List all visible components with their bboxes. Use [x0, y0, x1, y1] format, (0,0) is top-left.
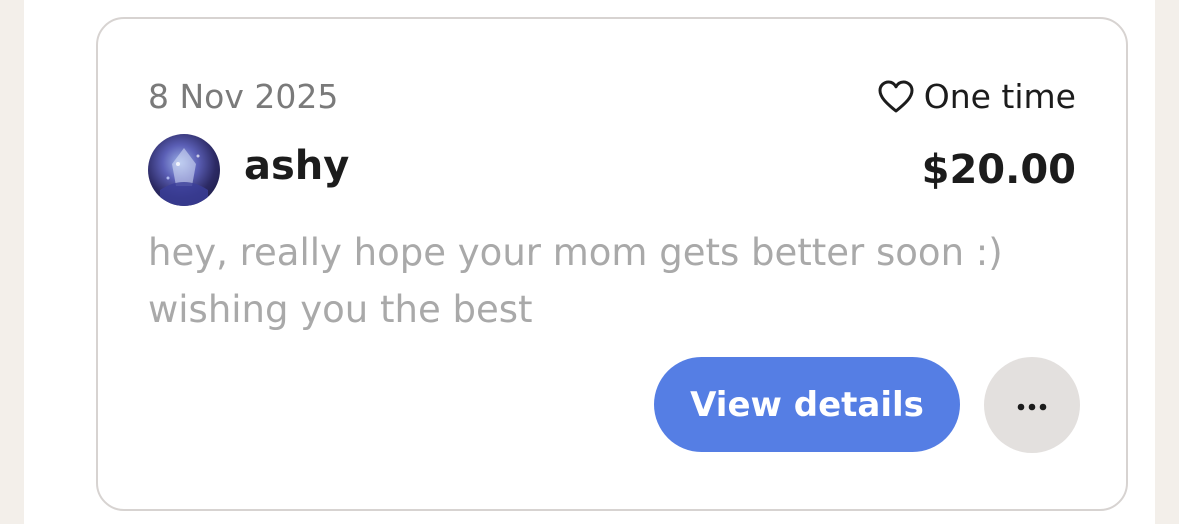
- donation-card: 8 Nov 2025 One time ashy $20.00 hey, rea…: [96, 17, 1128, 511]
- donor-name: ashy: [244, 143, 350, 189]
- view-details-button[interactable]: View details: [654, 357, 960, 452]
- more-options-button[interactable]: [984, 357, 1080, 453]
- donation-date: 8 Nov 2025: [148, 77, 339, 116]
- right-background-strip: [1155, 0, 1179, 524]
- ellipsis-icon: [1017, 396, 1047, 415]
- frequency-label: One time: [878, 77, 1076, 116]
- left-background-strip: [0, 0, 24, 524]
- frequency-text: One time: [923, 77, 1076, 116]
- donation-amount: $20.00: [921, 147, 1076, 193]
- content-column: 8 Nov 2025 One time ashy $20.00 hey, rea…: [24, 0, 1155, 524]
- donation-message: hey, really hope your mom gets better so…: [148, 231, 1003, 331]
- page: 8 Nov 2025 One time ashy $20.00 hey, rea…: [0, 0, 1179, 524]
- avatar: [148, 134, 220, 206]
- heart-icon: [878, 80, 914, 114]
